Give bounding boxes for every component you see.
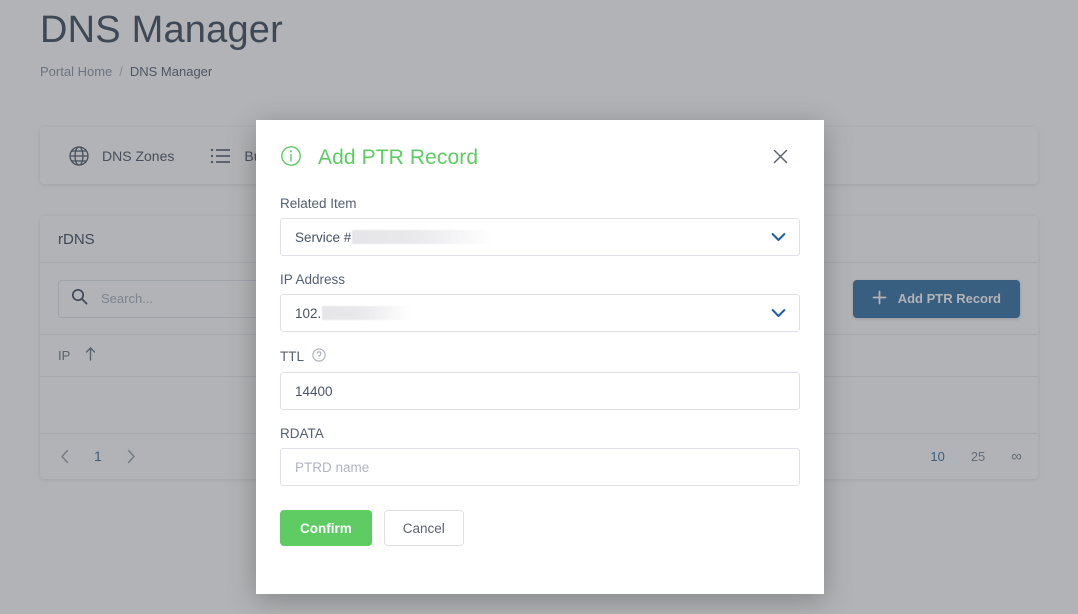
field-ip-address: IP Address 102.: [280, 272, 800, 332]
modal-actions: Confirm Cancel: [280, 510, 800, 546]
help-circle-icon[interactable]: [312, 348, 326, 365]
modal-body: Related Item Service # IP Address 102. T…: [256, 196, 824, 546]
field-ttl: TTL 14400: [280, 348, 800, 410]
related-item-label: Related Item: [280, 196, 357, 211]
info-circle-icon: [280, 145, 302, 172]
related-item-redacted-value: [352, 230, 493, 244]
cancel-button[interactable]: Cancel: [383, 510, 464, 546]
rdata-placeholder: PTRD name: [295, 459, 370, 475]
rdata-label: RDATA: [280, 426, 324, 441]
ip-address-select[interactable]: 102.: [280, 294, 800, 332]
modal-title: Add PTR Record: [318, 146, 479, 169]
field-related-item: Related Item Service #: [280, 196, 800, 256]
field-rdata: RDATA PTRD name: [280, 426, 800, 486]
chevron-down-icon: [771, 232, 786, 242]
chevron-down-icon: [771, 308, 786, 318]
ip-address-redacted-value: [322, 306, 411, 320]
ip-address-label: IP Address: [280, 272, 346, 287]
confirm-button[interactable]: Confirm: [280, 510, 372, 546]
modal-header: Add PTR Record: [256, 120, 824, 196]
related-item-value: Service #: [295, 229, 352, 245]
ip-address-value: 102.: [295, 305, 322, 321]
rdata-input[interactable]: PTRD name: [280, 448, 800, 486]
add-ptr-record-modal: Add PTR Record Related Item Service # IP…: [256, 120, 824, 594]
ttl-value: 14400: [295, 383, 333, 399]
ttl-label: TTL: [280, 348, 800, 365]
close-icon[interactable]: [767, 145, 794, 172]
ttl-input[interactable]: 14400: [280, 372, 800, 410]
related-item-select[interactable]: Service #: [280, 218, 800, 256]
